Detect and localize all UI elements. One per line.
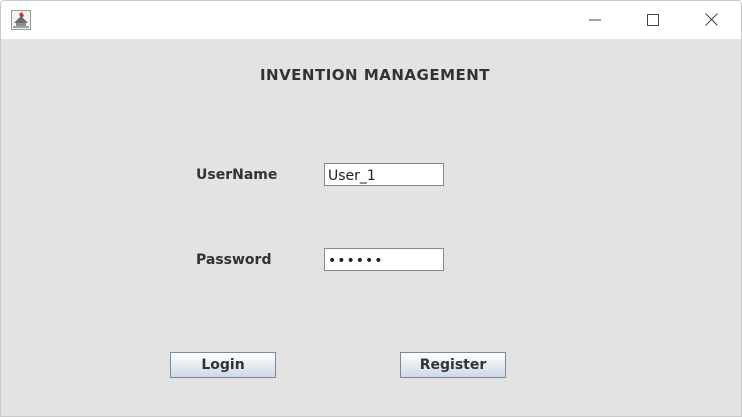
minimize-button[interactable] bbox=[566, 1, 624, 39]
password-label: Password bbox=[196, 252, 272, 268]
register-button[interactable]: Register bbox=[400, 352, 506, 378]
close-icon bbox=[704, 11, 718, 30]
maximize-icon bbox=[647, 11, 659, 30]
login-window: INVENTION MANAGEMENT UserName Password L… bbox=[0, 0, 742, 417]
username-label: UserName bbox=[196, 167, 278, 183]
login-panel: INVENTION MANAGEMENT UserName Password L… bbox=[1, 39, 741, 416]
close-button[interactable] bbox=[682, 1, 740, 39]
login-button[interactable]: Login bbox=[170, 352, 276, 378]
page-title: INVENTION MANAGEMENT bbox=[259, 66, 491, 84]
minimize-icon bbox=[589, 11, 601, 30]
username-field[interactable] bbox=[324, 163, 444, 186]
title-bar[interactable] bbox=[1, 1, 741, 39]
java-app-icon[interactable] bbox=[11, 10, 31, 30]
maximize-button[interactable] bbox=[624, 1, 682, 39]
password-field[interactable] bbox=[324, 248, 444, 271]
